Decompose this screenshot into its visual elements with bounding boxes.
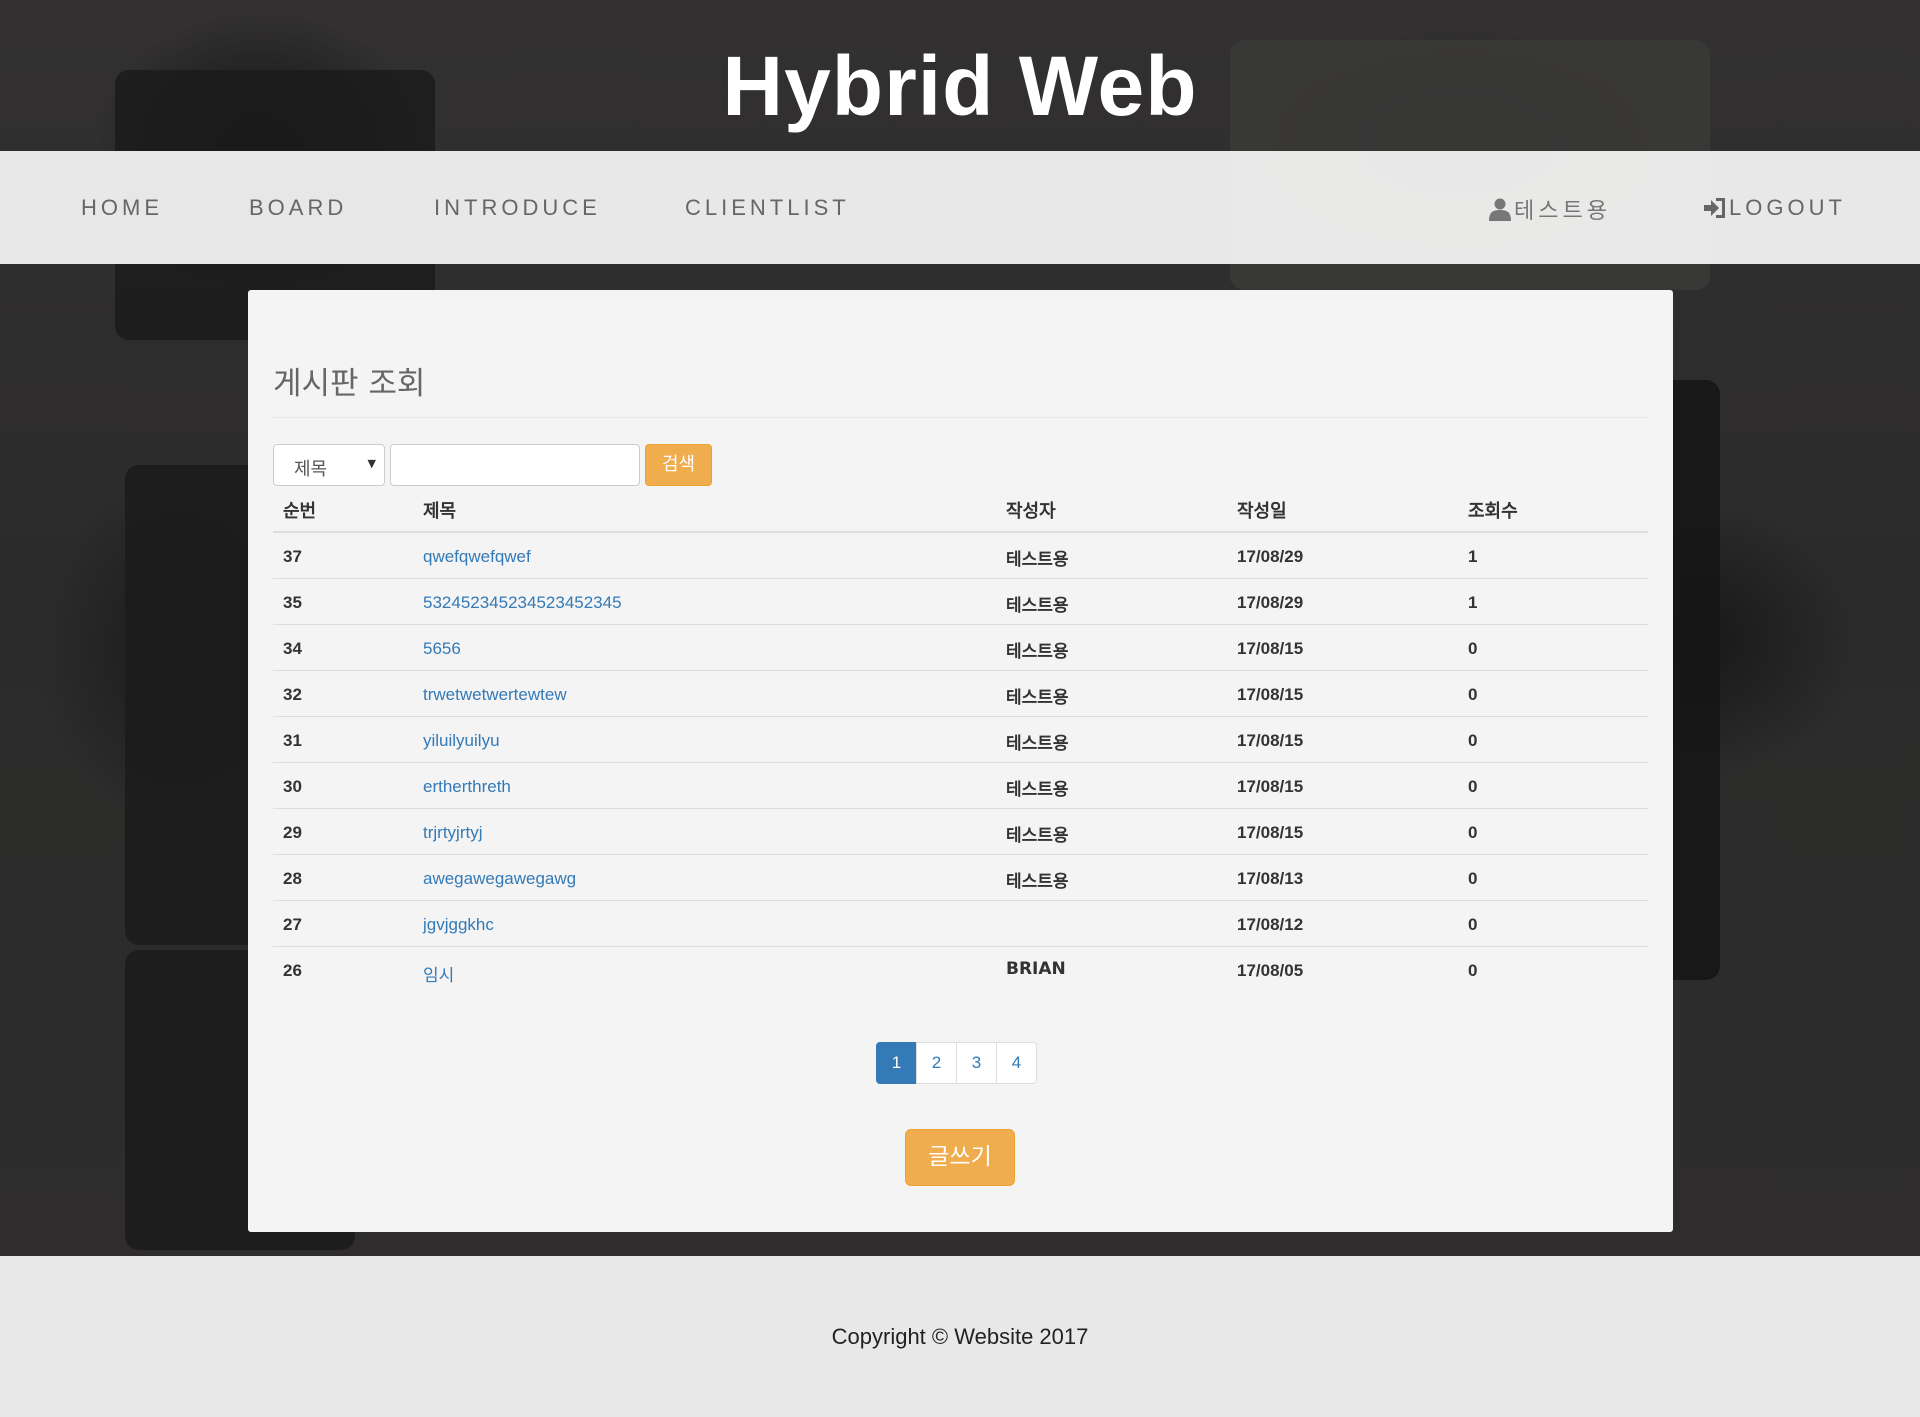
row-number: 37 <box>283 547 302 566</box>
search-type-select[interactable]: 제목 ▼ <box>273 444 385 486</box>
table-row: 32 trwetwetwertewtew 테스트용 17/08/15 0 <box>273 671 1648 717</box>
row-views: 0 <box>1468 639 1478 658</box>
nav-home[interactable]: HOME <box>81 195 163 221</box>
table-row: 31 yiluilyuilyu 테스트용 17/08/15 0 <box>273 717 1648 763</box>
table-row: 37 qwefqwefqwef 테스트용 17/08/29 1 <box>273 533 1648 579</box>
row-number: 31 <box>283 731 302 750</box>
col-number: 순번 <box>283 501 317 522</box>
page-title: 게시판 조회 <box>273 366 426 402</box>
row-views: 0 <box>1468 961 1478 980</box>
row-title-link[interactable]: qwefqwefqwef <box>423 547 531 567</box>
search-type-value: 제목 <box>294 459 328 480</box>
row-writer: 테스트용 <box>1006 826 1069 846</box>
row-title-link[interactable]: 임시 <box>423 961 454 986</box>
row-title-link[interactable]: awegawegawegawg <box>423 869 576 889</box>
row-title-link[interactable]: trjrtyjrtyj <box>423 823 482 843</box>
table-header: 순번 제목 작성자 작성일 조회수 <box>273 487 1648 533</box>
table-row: 34 5656 테스트용 17/08/15 0 <box>273 625 1648 671</box>
row-writer: BRIAN <box>1006 959 1066 979</box>
footer: Copyright © Website 2017 <box>0 1256 1920 1417</box>
page-link-1[interactable]: 1 <box>876 1042 917 1084</box>
row-number: 34 <box>283 639 302 658</box>
col-views: 조회수 <box>1468 501 1518 522</box>
row-date: 17/08/29 <box>1237 593 1304 612</box>
table-body: 37 qwefqwefqwef 테스트용 17/08/29 1 35 53245234523… <box>273 533 1648 993</box>
row-views: 0 <box>1468 685 1478 704</box>
row-writer: 테스트용 <box>1006 642 1069 662</box>
user-icon <box>1489 198 1511 221</box>
row-date: 17/08/15 <box>1237 685 1304 704</box>
row-number: 35 <box>283 593 302 612</box>
row-date: 17/08/15 <box>1237 823 1304 842</box>
row-writer: 테스트용 <box>1006 596 1069 616</box>
pagination: 1234 <box>876 1042 1037 1084</box>
nav-board[interactable]: BOARD <box>249 195 347 221</box>
row-views: 0 <box>1468 869 1478 888</box>
board-panel: 게시판 조회 제목 ▼ 검색 순번 제목 작성자 작성일 조회수 37 qwefq… <box>248 290 1673 1232</box>
navbar: HOME BOARD INTRODUCE CLIENTLIST 테스트용 LOG… <box>0 151 1920 264</box>
row-views: 1 <box>1468 547 1478 566</box>
page-link-2[interactable]: 2 <box>916 1042 957 1084</box>
table-row: 27 jgvjggkhc 17/08/12 0 <box>273 901 1648 947</box>
row-views: 0 <box>1468 777 1478 796</box>
row-views: 1 <box>1468 593 1478 612</box>
table-row: 28 awegawegawegawg 테스트용 17/08/13 0 <box>273 855 1648 901</box>
table-row: 29 trjrtyjrtyj 테스트용 17/08/15 0 <box>273 809 1648 855</box>
search-button[interactable]: 검색 <box>645 444 712 486</box>
col-date: 작성일 <box>1237 501 1287 522</box>
table-row: 35 532452345234523452345 테스트용 17/08/29 1 <box>273 579 1648 625</box>
row-date: 17/08/15 <box>1237 639 1304 658</box>
row-writer: 테스트용 <box>1006 780 1069 800</box>
row-writer: 테스트용 <box>1006 688 1069 708</box>
col-writer: 작성자 <box>1006 501 1056 522</box>
board-table: 순번 제목 작성자 작성일 조회수 37 qwefqwefqwef 테스트용 17/0… <box>273 487 1648 993</box>
row-number: 30 <box>283 777 302 796</box>
title-divider <box>273 417 1648 418</box>
row-title-link[interactable]: 532452345234523452345 <box>423 593 622 613</box>
page-link-4[interactable]: 4 <box>996 1042 1037 1084</box>
copyright-text: Copyright © Website 2017 <box>831 1324 1089 1349</box>
row-number: 26 <box>283 961 302 980</box>
site-title: Hybrid Web <box>722 39 1198 133</box>
col-title: 제목 <box>423 501 457 522</box>
row-writer: 테스트용 <box>1006 734 1069 754</box>
row-title-link[interactable]: yiluilyuilyu <box>423 731 500 751</box>
row-number: 27 <box>283 915 302 934</box>
nav-logout[interactable]: LOGOUT <box>1703 195 1846 221</box>
row-title-link[interactable]: ertherthreth <box>423 777 511 797</box>
row-number: 29 <box>283 823 302 842</box>
table-row: 26 임시 BRIAN 17/08/05 0 <box>273 947 1648 993</box>
row-views: 0 <box>1468 731 1478 750</box>
row-views: 0 <box>1468 915 1478 934</box>
row-date: 17/08/05 <box>1237 961 1304 980</box>
page-link-3[interactable]: 3 <box>956 1042 997 1084</box>
nav-introduce[interactable]: INTRODUCE <box>434 195 601 221</box>
row-writer: 테스트용 <box>1006 872 1069 892</box>
row-date: 17/08/29 <box>1237 547 1304 566</box>
row-number: 32 <box>283 685 302 704</box>
row-number: 28 <box>283 869 302 888</box>
row-date: 17/08/15 <box>1237 777 1304 796</box>
nav-clientlist[interactable]: CLIENTLIST <box>685 195 850 221</box>
table-row: 30 ertherthreth 테스트용 17/08/15 0 <box>273 763 1648 809</box>
nav-user[interactable]: 테스트용 <box>1488 193 1611 225</box>
row-writer: 테스트용 <box>1006 550 1069 570</box>
nav-user-label: 테스트용 <box>1514 198 1611 223</box>
chevron-down-icon: ▼ <box>367 457 376 470</box>
row-date: 17/08/15 <box>1237 731 1304 750</box>
row-title-link[interactable]: trwetwetwertewtew <box>423 685 567 705</box>
search-input[interactable] <box>390 444 640 486</box>
logout-icon <box>1704 198 1725 218</box>
nav-logout-label: LOGOUT <box>1729 195 1846 220</box>
row-views: 0 <box>1468 823 1478 842</box>
row-date: 17/08/12 <box>1237 915 1304 934</box>
row-date: 17/08/13 <box>1237 869 1304 888</box>
write-button[interactable]: 글쓰기 <box>905 1129 1015 1186</box>
row-title-link[interactable]: 5656 <box>423 639 461 659</box>
row-title-link[interactable]: jgvjggkhc <box>423 915 494 935</box>
